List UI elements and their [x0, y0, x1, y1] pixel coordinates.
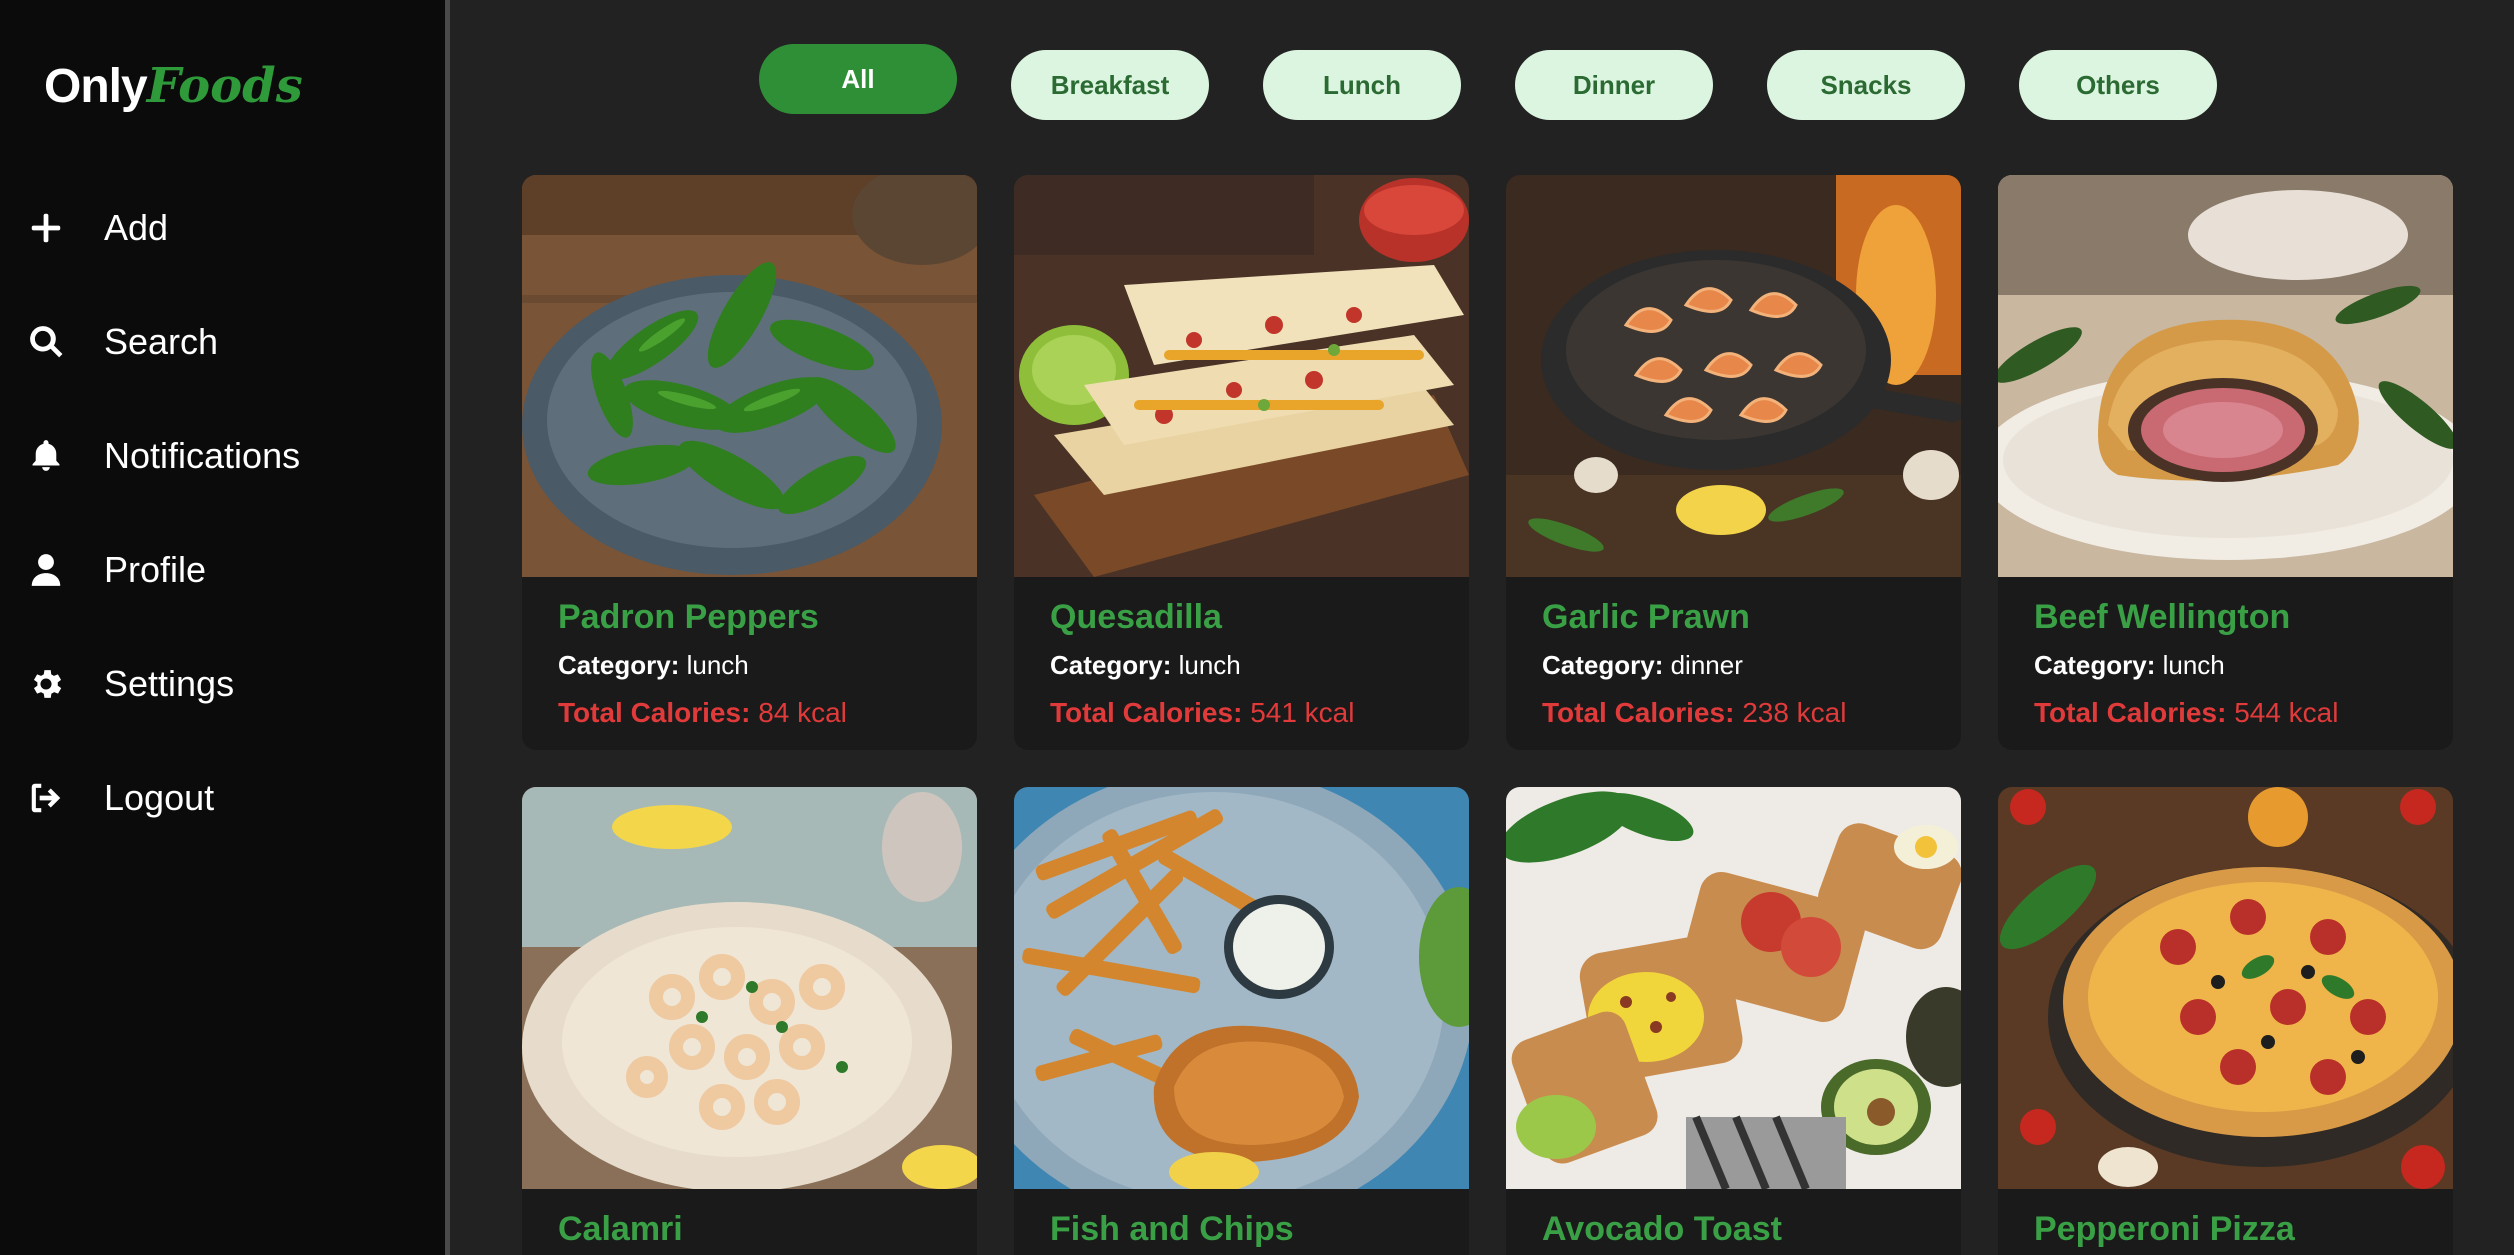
calories-label: Total Calories:	[2034, 697, 2227, 728]
food-image-garlic-prawn	[1506, 175, 1961, 577]
food-image-avocado-toast	[1506, 787, 1961, 1189]
food-name: Calamri	[558, 1210, 683, 1248]
logout-icon	[26, 778, 66, 818]
nav-label-settings: Settings	[104, 663, 235, 704]
food-name: Avocado Toast	[1542, 1210, 1782, 1248]
calories-label: Total Calories:	[1542, 697, 1735, 728]
filter-lunch[interactable]: Lunch	[1263, 50, 1461, 120]
logo-text-only: Only	[44, 60, 148, 113]
food-image-fish-and-chips	[1014, 787, 1469, 1189]
nav-item-notifications[interactable]: Notifications	[0, 399, 445, 513]
calories-label: Total Calories:	[558, 697, 751, 728]
food-card[interactable]: Fish and Chips	[1014, 787, 1469, 1255]
category-label: Category:	[558, 650, 680, 680]
food-name: Garlic Prawn	[1542, 598, 1750, 636]
category-value: lunch	[686, 650, 749, 680]
bell-icon	[26, 436, 66, 476]
user-icon	[26, 550, 66, 590]
filter-dinner[interactable]: Dinner	[1515, 50, 1713, 120]
food-name: Fish and Chips	[1050, 1210, 1294, 1248]
food-calories: Total Calories: 544 kcal	[2034, 691, 2417, 735]
category-value: dinner	[1670, 650, 1743, 680]
category-label: Category:	[1542, 650, 1664, 680]
app-logo[interactable]: OnlyFoods	[44, 58, 303, 114]
food-image-pepperoni-pizza	[1998, 787, 2453, 1189]
nav-label-profile: Profile	[104, 549, 207, 590]
category-value: lunch	[1178, 650, 1241, 680]
search-icon	[26, 322, 66, 362]
food-category: Category: lunch	[558, 645, 941, 685]
food-card[interactable]: Calamri	[522, 787, 977, 1255]
nav-item-search[interactable]: Search	[0, 285, 445, 399]
category-label: Category:	[2034, 650, 2156, 680]
food-name: Beef Wellington	[2034, 598, 2291, 636]
filter-others[interactable]: Others	[2019, 50, 2217, 120]
gear-icon	[26, 664, 66, 704]
calories-value: 541 kcal	[1250, 697, 1355, 728]
nav-label-add: Add	[104, 207, 169, 248]
food-card[interactable]: Avocado Toast	[1506, 787, 1961, 1255]
sidebar-nav: Add Search Notifications Profile Setting…	[0, 171, 445, 855]
nav-item-profile[interactable]: Profile	[0, 513, 445, 627]
filter-snacks[interactable]: Snacks	[1767, 50, 1965, 120]
filter-all[interactable]: All	[759, 44, 957, 114]
food-name: Pepperoni Pizza	[2034, 1210, 2295, 1248]
food-calories: Total Calories: 541 kcal	[1050, 691, 1433, 735]
filter-breakfast[interactable]: Breakfast	[1011, 50, 1209, 120]
category-filter-bar: All Breakfast Lunch Dinner Snacks Others	[450, 0, 2514, 160]
food-calories: Total Calories: 238 kcal	[1542, 691, 1925, 735]
food-image-padron-peppers	[522, 175, 977, 577]
main-content: All Breakfast Lunch Dinner Snacks Others	[450, 0, 2514, 1255]
nav-item-logout[interactable]: Logout	[0, 741, 445, 855]
food-category: Category: lunch	[2034, 645, 2417, 685]
nav-label-notifications: Notifications	[104, 435, 301, 476]
food-image-quesadilla	[1014, 175, 1469, 577]
food-calories: Total Calories: 84 kcal	[558, 691, 941, 735]
food-name: Padron Peppers	[558, 598, 819, 636]
category-value: lunch	[2162, 650, 2225, 680]
nav-label-logout: Logout	[104, 777, 215, 818]
calories-label: Total Calories:	[1050, 697, 1243, 728]
food-card[interactable]: Beef Wellington Category: lunch Total Ca…	[1998, 175, 2453, 750]
food-image-calamri	[522, 787, 977, 1189]
food-image-beef-wellington	[1998, 175, 2453, 577]
sidebar: OnlyFoods Add Search Notifications Profi…	[0, 0, 450, 1255]
logo-text-foods: Foods	[146, 58, 303, 114]
food-card[interactable]: Quesadilla Category: lunch Total Calorie…	[1014, 175, 1469, 750]
nav-label-search: Search	[104, 321, 219, 362]
food-card[interactable]: Padron Peppers Category: lunch Total Cal…	[522, 175, 977, 750]
food-name: Quesadilla	[1050, 598, 1222, 636]
food-card[interactable]: Pepperoni Pizza	[1998, 787, 2453, 1255]
plus-icon	[26, 208, 66, 248]
calories-value: 238 kcal	[1742, 697, 1847, 728]
nav-item-add[interactable]: Add	[0, 171, 445, 285]
category-label: Category:	[1050, 650, 1172, 680]
calories-value: 84 kcal	[758, 697, 847, 728]
nav-item-settings[interactable]: Settings	[0, 627, 445, 741]
food-category: Category: dinner	[1542, 645, 1925, 685]
food-category: Category: lunch	[1050, 645, 1433, 685]
food-card[interactable]: Garlic Prawn Category: dinner Total Calo…	[1506, 175, 1961, 750]
calories-value: 544 kcal	[2234, 697, 2339, 728]
